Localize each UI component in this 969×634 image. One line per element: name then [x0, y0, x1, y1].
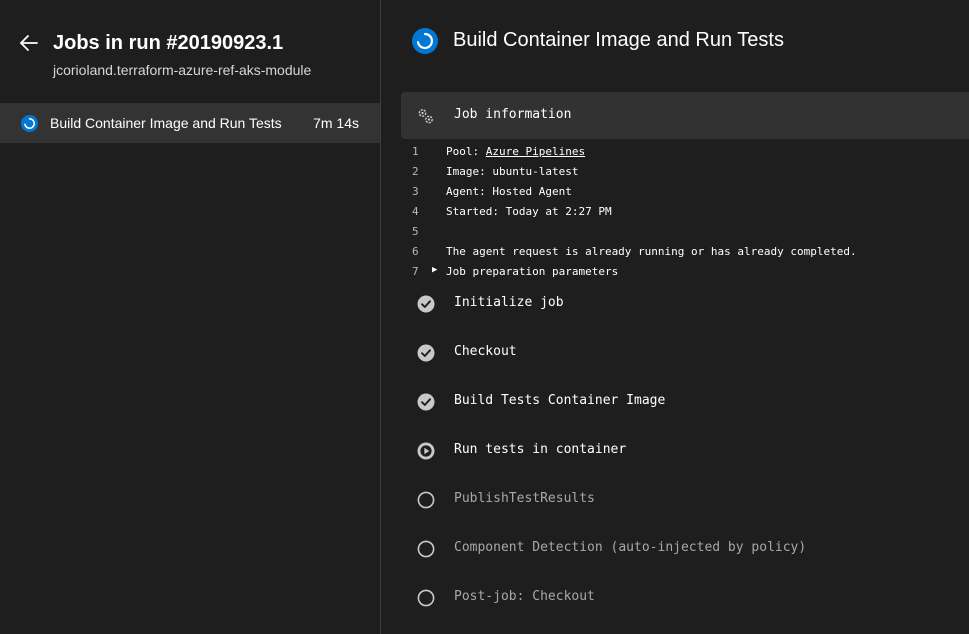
- empty-circle-icon: [417, 491, 435, 509]
- step-name: Initialize job: [454, 295, 564, 310]
- pool-link[interactable]: Azure Pipelines: [486, 145, 585, 158]
- step-name: Run tests in container: [454, 442, 627, 457]
- line-number: 7: [412, 265, 419, 278]
- log-line: 1 Pool: Azure Pipelines: [401, 142, 969, 162]
- jobs-panel: Jobs in run #20190923.1 jcorioland.terra…: [0, 0, 380, 634]
- pipeline-run-view: Jobs in run #20190923.1 jcorioland.terra…: [0, 0, 969, 634]
- step-name: Post-job: Checkout: [454, 589, 595, 604]
- log-text: Pool: Azure Pipelines: [446, 145, 585, 158]
- repository-name: jcorioland.terraform-azure-ref-aks-modul…: [53, 62, 312, 78]
- log-line: 7 ▶ Job preparation parameters: [401, 262, 969, 282]
- step-name: PublishTestResults: [454, 491, 595, 506]
- in-progress-icon: [21, 115, 38, 132]
- step-initialize-job[interactable]: Initialize job: [401, 284, 969, 324]
- check-circle-icon: [417, 344, 435, 362]
- job-detail-title: Build Container Image and Run Tests: [453, 29, 784, 51]
- step-checkout[interactable]: Checkout: [401, 333, 969, 373]
- job-list-item-selected[interactable]: Build Container Image and Run Tests 7m 1…: [0, 103, 380, 143]
- log-text: Agent: Hosted Agent: [446, 185, 572, 198]
- job-duration: 7m 14s: [313, 115, 359, 131]
- step-post-job-checkout[interactable]: Post-job: Checkout: [401, 578, 969, 618]
- step-build-tests-container-image[interactable]: Build Tests Container Image: [401, 382, 969, 422]
- line-number: 2: [412, 165, 419, 178]
- check-circle-icon: [417, 393, 435, 411]
- jobs-panel-title: Jobs in run #20190923.1: [53, 32, 284, 54]
- line-number: 3: [412, 185, 419, 198]
- empty-circle-icon: [417, 540, 435, 558]
- log-text: The agent request is already running or …: [446, 245, 857, 258]
- empty-circle-icon: [417, 589, 435, 607]
- log-text-collapsible[interactable]: Job preparation parameters: [446, 265, 618, 278]
- job-detail-panel: Build Container Image and Run Tests Job …: [381, 0, 969, 634]
- log-text: Started: Today at 2:27 PM: [446, 205, 612, 218]
- log-text-prefix: Pool:: [446, 145, 486, 158]
- in-progress-icon: [412, 28, 438, 54]
- step-run-tests-in-container[interactable]: Run tests in container: [401, 431, 969, 471]
- check-circle-icon: [417, 295, 435, 313]
- section-title: Job information: [454, 107, 572, 122]
- job-information-section-header[interactable]: Job information: [401, 92, 969, 139]
- log-line: 5: [401, 222, 969, 242]
- play-circle-icon: [417, 442, 435, 460]
- line-number: 4: [412, 205, 419, 218]
- line-number: 6: [412, 245, 419, 258]
- back-arrow-icon[interactable]: [16, 30, 42, 56]
- log-line: 4 Started: Today at 2:27 PM: [401, 202, 969, 222]
- step-publish-test-results[interactable]: PublishTestResults: [401, 480, 969, 520]
- log-line: 3 Agent: Hosted Agent: [401, 182, 969, 202]
- step-name: Checkout: [454, 344, 517, 359]
- expand-triangle-icon[interactable]: ▶: [432, 265, 437, 275]
- job-name: Build Container Image and Run Tests: [50, 115, 282, 131]
- gears-icon: [417, 107, 435, 125]
- step-name: Component Detection (auto-injected by po…: [454, 540, 807, 555]
- job-information-log: 1 Pool: Azure Pipelines 2 Image: ubuntu-…: [401, 142, 969, 282]
- line-number: 5: [412, 225, 419, 238]
- log-text: Image: ubuntu-latest: [446, 165, 579, 178]
- log-line: 6 The agent request is already running o…: [401, 242, 969, 262]
- line-number: 1: [412, 145, 419, 158]
- step-name: Build Tests Container Image: [454, 393, 666, 408]
- log-line: 2 Image: ubuntu-latest: [401, 162, 969, 182]
- step-component-detection[interactable]: Component Detection (auto-injected by po…: [401, 529, 969, 569]
